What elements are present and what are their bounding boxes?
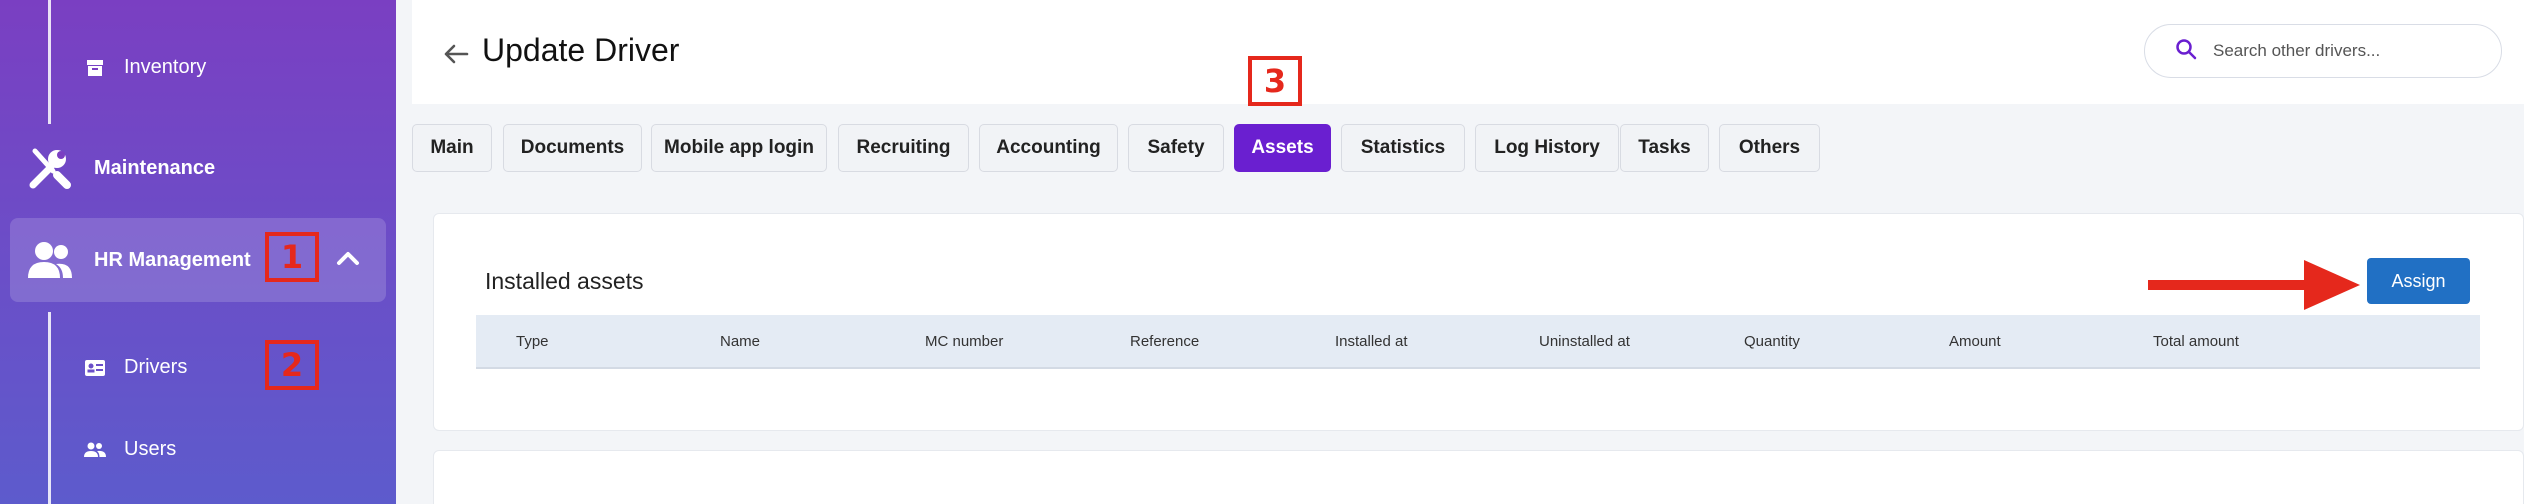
- sidebar-item-label: Users: [124, 438, 177, 460]
- tree-line: [48, 312, 51, 504]
- search-input[interactable]: [2213, 41, 2473, 61]
- sidebar-item-maintenance[interactable]: Maintenance: [26, 144, 215, 192]
- sidebar: Inventory Maintenance HR Management Driv…: [0, 0, 396, 504]
- tab-assets[interactable]: Assets: [1234, 124, 1331, 172]
- annotation-marker-2: 2: [265, 340, 319, 390]
- column-header-uninstalled-at[interactable]: Uninstalled at: [1539, 333, 1630, 350]
- page-title: Update Driver: [482, 32, 680, 68]
- column-header-installed-at[interactable]: Installed at: [1335, 333, 1408, 350]
- search-icon: [2175, 38, 2197, 65]
- column-header-reference[interactable]: Reference: [1130, 333, 1199, 350]
- chevron-up-icon[interactable]: [334, 244, 362, 278]
- assets-table-header: Type Name MC number Reference Installed …: [476, 315, 2480, 369]
- tab-documents[interactable]: Documents: [503, 124, 642, 172]
- tab-statistics[interactable]: Statistics: [1341, 124, 1465, 172]
- secondary-card: [433, 450, 2524, 504]
- wrench-screwdriver-icon: [26, 144, 74, 192]
- installed-assets-title: Installed assets: [485, 268, 644, 294]
- column-header-quantity[interactable]: Quantity: [1744, 333, 1800, 350]
- archive-box-icon: [84, 57, 106, 79]
- column-header-amount[interactable]: Amount: [1949, 333, 2001, 350]
- assign-button[interactable]: Assign: [2367, 258, 2470, 304]
- tab-accounting[interactable]: Accounting: [979, 124, 1118, 172]
- tab-tasks[interactable]: Tasks: [1620, 124, 1709, 172]
- tab-main[interactable]: Main: [412, 124, 492, 172]
- sidebar-item-label: Inventory: [124, 56, 207, 78]
- id-card-icon: [84, 357, 106, 379]
- sidebar-item-drivers[interactable]: Drivers: [84, 356, 187, 379]
- sidebar-item-inventory[interactable]: Inventory: [84, 56, 206, 79]
- sidebar-item-hr-management[interactable]: HR Management: [10, 218, 386, 302]
- users-icon: [84, 439, 106, 461]
- column-header-type[interactable]: Type: [516, 333, 549, 350]
- tab-safety[interactable]: Safety: [1128, 124, 1224, 172]
- sidebar-item-label: Maintenance: [94, 156, 216, 179]
- search-box[interactable]: [2144, 24, 2502, 78]
- page-header: Update Driver: [412, 0, 2524, 104]
- annotation-marker-1: 1: [265, 232, 319, 282]
- people-icon: [26, 236, 74, 284]
- sidebar-item-label: Drivers: [124, 356, 188, 378]
- back-arrow-icon[interactable]: [440, 38, 472, 70]
- annotation-marker-3: 3: [1248, 56, 1302, 106]
- tree-line: [48, 0, 51, 124]
- tab-others[interactable]: Others: [1719, 124, 1820, 172]
- column-header-mc-number[interactable]: MC number: [925, 333, 1003, 350]
- column-header-name[interactable]: Name: [720, 333, 760, 350]
- annotation-arrow-icon: [2148, 260, 2360, 310]
- tab-log-history[interactable]: Log History: [1475, 124, 1619, 172]
- tab-recruiting[interactable]: Recruiting: [838, 124, 969, 172]
- sidebar-item-label: HR Management: [94, 248, 251, 271]
- column-header-total-amount[interactable]: Total amount: [2153, 333, 2239, 350]
- sidebar-item-users[interactable]: Users: [84, 438, 176, 461]
- tab-mobile-app-login[interactable]: Mobile app login: [651, 124, 827, 172]
